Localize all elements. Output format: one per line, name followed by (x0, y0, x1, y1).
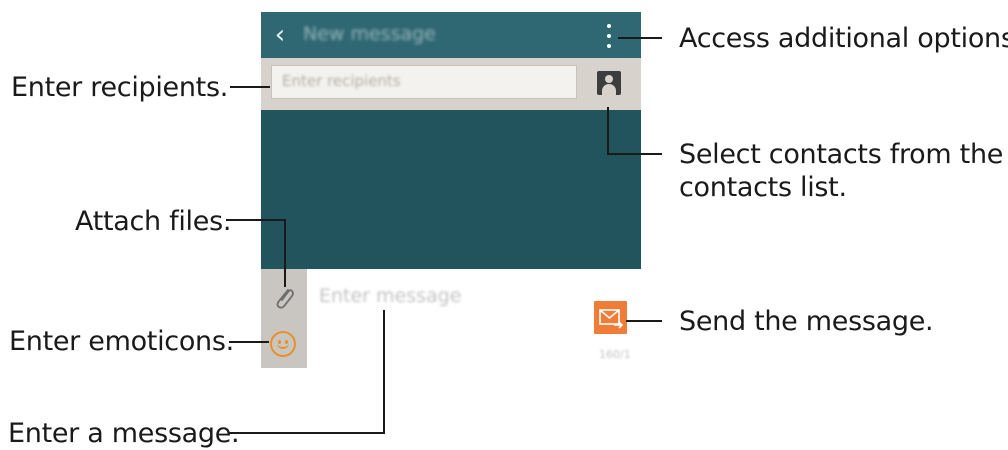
leader-message-horizontal (229, 432, 385, 434)
message-placeholder: Enter message (319, 285, 462, 307)
screen-title: New message (303, 23, 436, 45)
callout-emoticons: Enter emoticons. (9, 326, 234, 357)
envelope-send-icon[interactable] (594, 301, 627, 334)
contact-person-icon[interactable] (597, 71, 621, 95)
callout-recipients: Enter recipients. (11, 72, 229, 103)
chevron-left-icon[interactable]: ‹ (269, 20, 291, 50)
message-input[interactable]: Enter message (307, 269, 641, 368)
leader-contacts-horizontal (607, 153, 662, 155)
recipients-input[interactable]: Enter recipients (271, 65, 577, 99)
callout-contacts-line1: Select contacts from the (679, 139, 1004, 170)
paperclip-icon[interactable] (273, 284, 295, 312)
callout-contacts-line2: contacts list. (679, 172, 847, 203)
recipient-bar: Enter recipients (261, 58, 641, 110)
leader-attach-horizontal (226, 219, 286, 221)
recipients-placeholder: Enter recipients (282, 72, 401, 90)
leader-message-vertical (383, 310, 385, 434)
app-bar: ‹ New message (261, 12, 641, 58)
more-vertical-icon[interactable] (602, 22, 616, 50)
callout-more-options: Access additional options. (679, 23, 1008, 54)
leader-contacts-vertical (607, 107, 609, 154)
message-compose-screen: ‹ New message Enter recipients Enter mes… (261, 12, 641, 368)
callout-message: Enter a message. (8, 418, 240, 449)
leader-more-options (618, 37, 662, 39)
leader-send (626, 320, 662, 322)
leader-recipients (230, 86, 270, 88)
leader-emoticons (229, 341, 269, 343)
smiley-icon[interactable] (270, 331, 296, 357)
callout-attach: Attach files. (75, 206, 232, 237)
callout-send: Send the message. (679, 306, 934, 337)
character-counter: 160/1 (599, 348, 631, 361)
leader-attach-vertical (284, 219, 286, 287)
